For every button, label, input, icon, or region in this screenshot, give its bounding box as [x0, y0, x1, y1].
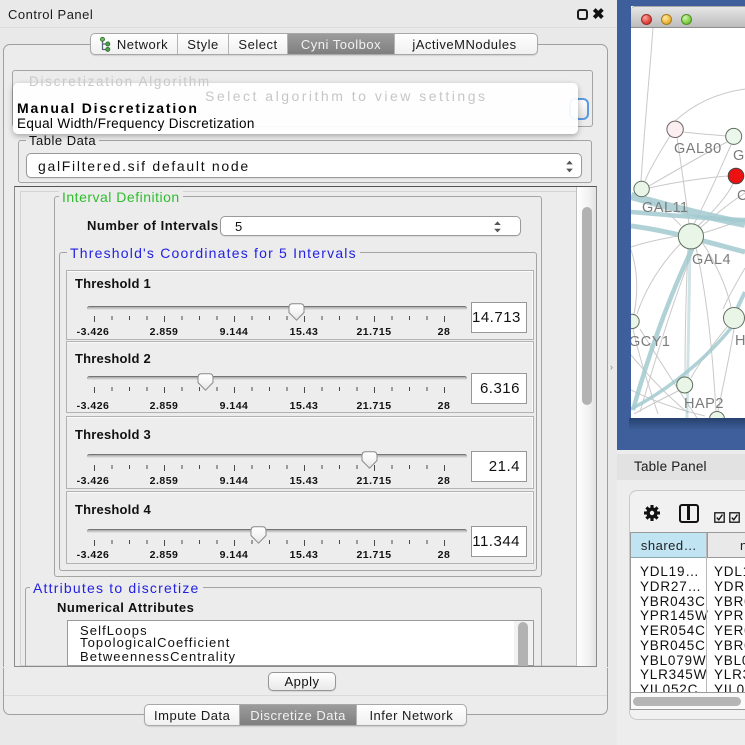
svg-text:H: H: [735, 333, 745, 349]
svg-text:G.: G.: [733, 148, 745, 164]
svg-text:GCY1: GCY1: [631, 334, 671, 350]
svg-text:HAP2: HAP2: [684, 396, 724, 412]
svg-text:GAL80: GAL80: [674, 141, 722, 157]
svg-text:GAL4: GAL4: [692, 252, 731, 268]
svg-text:GAL11: GAL11: [642, 200, 689, 216]
svg-text:C: C: [737, 188, 745, 204]
